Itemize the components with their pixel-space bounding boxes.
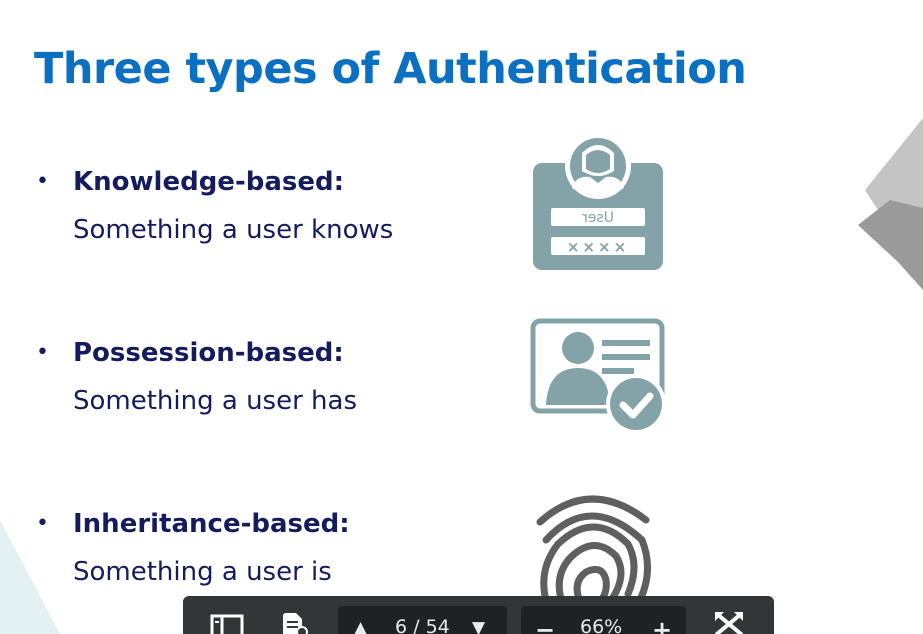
page-indicator[interactable]: 6 / 54 <box>395 616 450 634</box>
zoom-level[interactable]: 66% <box>580 616 622 634</box>
login-user-text: User <box>582 210 614 226</box>
bullet-heading: Possession-based: <box>73 338 344 368</box>
presentation-slide: Three types of Authentication • Knowledg… <box>0 0 923 634</box>
page-down-icon[interactable]: ▼ <box>472 618 485 634</box>
sidebar-toggle-button[interactable] <box>210 610 244 634</box>
zoom-controls-group: − 66% + <box>521 606 686 634</box>
fingerprint-icon <box>536 495 651 612</box>
decorative-diamond-shapes <box>858 118 923 290</box>
bullet-point: • <box>36 169 49 194</box>
slide-title: Three types of Authentication <box>34 44 747 94</box>
pdf-viewer-toolbar: ▲ 6 / 54 ▼ − 66% + <box>183 596 774 634</box>
zoom-out-button[interactable]: − <box>535 616 555 634</box>
bullet-description: Something a user has <box>73 386 358 416</box>
login-password-text: ×××× <box>567 238 629 256</box>
bullet-point: • <box>36 340 49 365</box>
login-card-icon: User ×××× <box>533 133 663 270</box>
decorative-corner-shape <box>0 520 60 634</box>
bullet-description: Something a user knows <box>73 215 394 245</box>
sidebar-icon <box>210 614 244 634</box>
bullet-point: • <box>36 511 49 536</box>
zoom-in-button[interactable]: + <box>652 616 672 634</box>
bullet-heading: Inheritance-based: <box>73 509 350 539</box>
fullscreen-icon <box>715 612 743 634</box>
bullet-heading: Knowledge-based: <box>73 167 345 197</box>
page-navigation-group: ▲ 6 / 54 ▼ <box>338 606 507 634</box>
fullscreen-button[interactable] <box>712 610 746 634</box>
document-outline-icon <box>283 613 308 634</box>
page-up-icon[interactable]: ▲ <box>354 618 367 634</box>
id-card-check-icon <box>530 318 666 434</box>
document-outline-button[interactable] <box>276 610 310 634</box>
bullet-description: Something a user is <box>73 557 332 587</box>
